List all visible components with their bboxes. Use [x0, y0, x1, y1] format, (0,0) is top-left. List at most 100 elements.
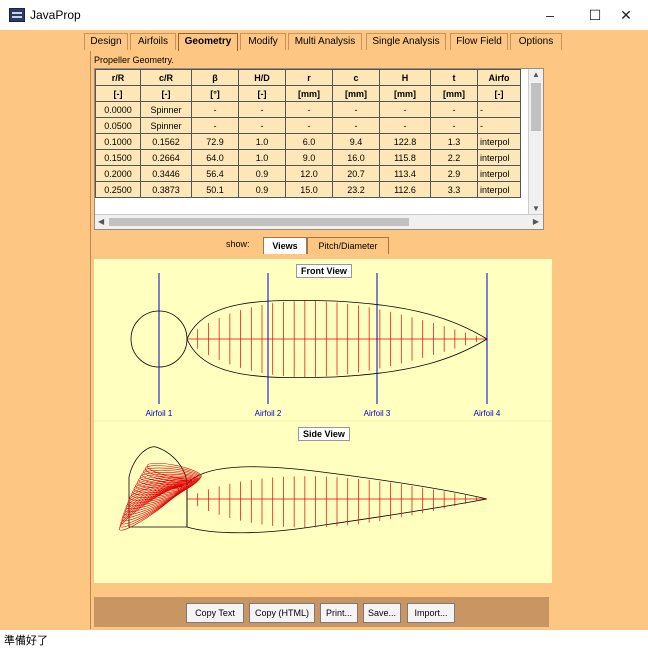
- subtab-views[interactable]: Views: [263, 237, 307, 254]
- tab-single-analysis[interactable]: Single Analysis: [366, 33, 446, 50]
- tab-geometry[interactable]: Geometry: [178, 33, 238, 51]
- table-cell[interactable]: -: [379, 117, 431, 134]
- table-cell[interactable]: 3.3: [430, 181, 478, 198]
- close-button[interactable]: ✕: [606, 4, 646, 26]
- table-cell[interactable]: 15.0: [285, 181, 333, 198]
- table-cell[interactable]: 0.2000: [95, 165, 141, 182]
- table-cell[interactable]: 9.0: [285, 149, 333, 166]
- table-cell[interactable]: 16.0: [332, 149, 380, 166]
- column-header[interactable]: Airfo: [477, 69, 521, 86]
- copy-text-button[interactable]: Copy Text: [186, 603, 244, 623]
- tab-flow-field[interactable]: Flow Field: [450, 33, 508, 50]
- vertical-scroll-thumb[interactable]: [531, 83, 541, 131]
- print-button[interactable]: Print...: [320, 603, 358, 623]
- table-cell[interactable]: 0.0500: [95, 117, 141, 134]
- table-cell[interactable]: -: [379, 101, 431, 118]
- column-header[interactable]: c/R: [140, 69, 192, 86]
- table-cell[interactable]: 20.7: [332, 165, 380, 182]
- table-cell[interactable]: interpol: [477, 133, 521, 150]
- scroll-right-icon[interactable]: ▶: [533, 217, 539, 226]
- table-cell[interactable]: interpol: [477, 181, 521, 198]
- table-cell[interactable]: interpol: [477, 165, 521, 182]
- table-cell[interactable]: Spinner: [140, 101, 192, 118]
- airfoil-3-label: Airfoil 3: [364, 409, 391, 418]
- table-cell[interactable]: -: [430, 117, 478, 134]
- table-cell[interactable]: 9.4: [332, 133, 380, 150]
- tab-design[interactable]: Design: [84, 33, 128, 50]
- table-cell[interactable]: -: [191, 117, 239, 134]
- table-cell[interactable]: 0.2664: [140, 149, 192, 166]
- column-header[interactable]: β: [191, 69, 239, 86]
- table-cell[interactable]: -: [477, 117, 521, 134]
- save-button[interactable]: Save...: [363, 603, 401, 623]
- table-cell[interactable]: 6.0: [285, 133, 333, 150]
- table-cell[interactable]: 0.2500: [95, 181, 141, 198]
- table-cell[interactable]: 2.9: [430, 165, 478, 182]
- table-cell[interactable]: 0.1500: [95, 149, 141, 166]
- table-cell[interactable]: 2.2: [430, 149, 478, 166]
- table-cell[interactable]: interpol: [477, 149, 521, 166]
- table-cell[interactable]: 72.9: [191, 133, 239, 150]
- horizontal-scrollbar[interactable]: ◀ ▶: [95, 214, 543, 229]
- table-cell[interactable]: -: [285, 101, 333, 118]
- table-cell[interactable]: 0.3873: [140, 181, 192, 198]
- column-header[interactable]: H: [379, 69, 431, 86]
- tab-multi-analysis[interactable]: Multi Analysis: [288, 33, 362, 50]
- table-cell[interactable]: 0.0000: [95, 101, 141, 118]
- unit-header: [mm]: [332, 85, 380, 102]
- column-header[interactable]: r/R: [95, 69, 141, 86]
- table-row[interactable]: 0.0500 Spinner - - - - - - -: [95, 117, 521, 134]
- minimize-button[interactable]: –: [530, 4, 570, 26]
- table-cell[interactable]: 0.1000: [95, 133, 141, 150]
- column-header[interactable]: H/D: [238, 69, 286, 86]
- column-header[interactable]: r: [285, 69, 333, 86]
- table-cell[interactable]: 12.0: [285, 165, 333, 182]
- table-cell[interactable]: 1.3: [430, 133, 478, 150]
- tab-airfoils[interactable]: Airfoils: [130, 33, 176, 50]
- table-cell[interactable]: -: [238, 117, 286, 134]
- table-cell[interactable]: 1.0: [238, 133, 286, 150]
- table-row[interactable]: 0.1000 0.1562 72.9 1.0 6.0 9.4 122.8 1.3 interpo…: [95, 133, 521, 150]
- table-row[interactable]: 0.1500 0.2664 64.0 1.0 9.0 16.0 115.8 2.2 interp…: [95, 149, 521, 166]
- table-cell[interactable]: -: [332, 117, 380, 134]
- table-cell[interactable]: 64.0: [191, 149, 239, 166]
- table-cell[interactable]: -: [238, 101, 286, 118]
- scroll-up-icon[interactable]: ▲: [532, 70, 540, 79]
- scroll-down-icon[interactable]: ▼: [532, 204, 540, 213]
- column-header[interactable]: c: [332, 69, 380, 86]
- import-button[interactable]: Import...: [407, 603, 455, 623]
- table-cell[interactable]: Spinner: [140, 117, 192, 134]
- table-cell[interactable]: 50.1: [191, 181, 239, 198]
- scroll-left-icon[interactable]: ◀: [98, 217, 104, 226]
- table-cell[interactable]: 115.8: [379, 149, 431, 166]
- tab-modify[interactable]: Modify: [240, 33, 286, 50]
- table-cell[interactable]: 0.1562: [140, 133, 192, 150]
- geometry-table[interactable]: r/R c/R β H/D r c Ht Airfo [-] [-] [°] [-] [mm] [mm]…: [94, 68, 544, 230]
- table-row[interactable]: 0.0000 Spinner - - - - - - -: [95, 101, 521, 118]
- table-cell[interactable]: 0.9: [238, 181, 286, 198]
- table-cell[interactable]: 1.0: [238, 149, 286, 166]
- table-cell[interactable]: -: [430, 101, 478, 118]
- table-cell[interactable]: 23.2: [332, 181, 380, 198]
- table-cell[interactable]: -: [285, 117, 333, 134]
- table-cell[interactable]: 122.8: [379, 133, 431, 150]
- column-header[interactable]: t: [430, 69, 478, 86]
- table-cell[interactable]: -: [477, 101, 521, 118]
- table-cell[interactable]: 0.9: [238, 165, 286, 182]
- table-cell[interactable]: 112.6: [379, 181, 431, 198]
- table-cell[interactable]: 113.4: [379, 165, 431, 182]
- table-row[interactable]: 0.2500 0.3873 50.1 0.9 15.0 23.2 112.6 3.3 inter…: [95, 181, 521, 198]
- tab-options[interactable]: Options: [510, 33, 562, 50]
- view-subtabs: show: Views Pitch/Diameter: [91, 235, 553, 254]
- table-row[interactable]: 0.2000 0.3446 56.4 0.9 12.0 20.7 113.4 2.9 inter…: [95, 165, 521, 182]
- header-row: r/R c/R β H/D r c Ht Airfo: [95, 69, 521, 86]
- table-cell[interactable]: 0.3446: [140, 165, 192, 182]
- table-cell[interactable]: -: [191, 101, 239, 118]
- unit-header: [-]: [140, 85, 192, 102]
- subtab-pitch-diameter[interactable]: Pitch/Diameter: [307, 237, 389, 254]
- table-cell[interactable]: 56.4: [191, 165, 239, 182]
- table-cell[interactable]: -: [332, 101, 380, 118]
- vertical-scrollbar[interactable]: ▲ ▼: [528, 69, 543, 214]
- horizontal-scroll-thumb[interactable]: [109, 218, 409, 226]
- copy-html-button[interactable]: Copy (HTML): [249, 603, 315, 623]
